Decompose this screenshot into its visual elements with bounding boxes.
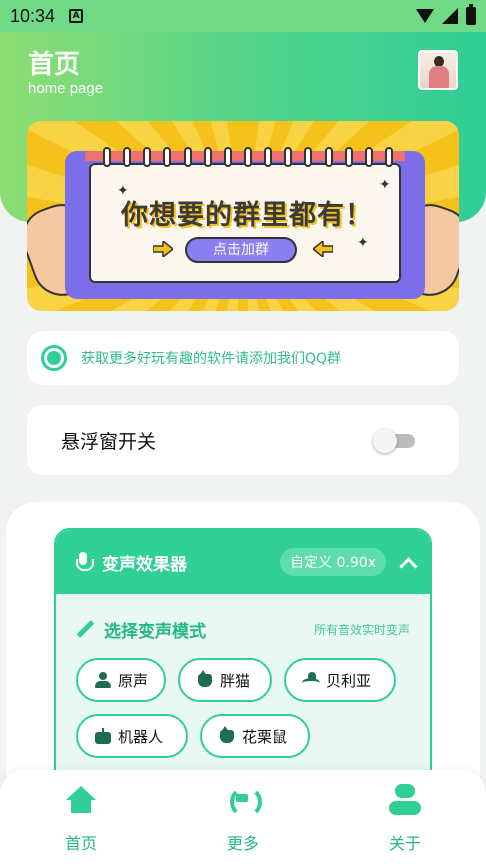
notice-text: 获取更多好玩有趣的软件请添加我们QQ群 [81, 351, 342, 367]
mode-chip-fat-cat[interactable]: 胖猫 [178, 658, 272, 702]
sparkle-icon: ✦ [357, 235, 369, 251]
microphone-icon [76, 552, 94, 572]
refresh-icon [226, 784, 262, 818]
mode-title: 选择变声模式 [104, 621, 206, 642]
ring [364, 147, 373, 167]
ring [384, 147, 393, 167]
nav-home[interactable]: 首页 [46, 784, 116, 854]
signal-icon [442, 8, 458, 24]
float-window-label: 悬浮窗开关 [61, 430, 157, 453]
mode-chip-label: 贝利亚 [326, 671, 372, 690]
voice-panel-header[interactable]: 变声效果器 自定义 0.90x [56, 530, 430, 594]
ring [284, 147, 293, 167]
mode-chip-label: 花栗鼠 [242, 727, 288, 746]
wifi-icon [416, 9, 434, 23]
ring [183, 147, 192, 167]
ring [223, 147, 232, 167]
nav-more[interactable]: 更多 [208, 784, 278, 854]
chevron-up-icon[interactable] [400, 555, 414, 569]
ring [163, 147, 172, 167]
user-icon [388, 784, 422, 816]
mode-chip-robot[interactable]: 机器人 [76, 714, 188, 758]
mode-header: 选择变声模式 所有音效实时变声 [56, 594, 430, 644]
ring [123, 147, 132, 167]
avatar[interactable] [418, 50, 458, 90]
status-indicators [416, 4, 476, 25]
monster-icon [302, 672, 320, 688]
mode-chip-chipmunk[interactable]: 花栗鼠 [200, 714, 310, 758]
ring [103, 147, 111, 167]
mode-chip-original[interactable]: 原声 [76, 658, 166, 702]
ring [243, 147, 252, 167]
ring [143, 147, 152, 167]
page-title: 首页 [28, 50, 81, 80]
nav-label: 关于 [388, 834, 421, 853]
mode-chip-belial[interactable]: 贝利亚 [284, 658, 396, 702]
float-window-card: 悬浮窗开关 [27, 405, 459, 475]
ring [324, 147, 333, 167]
toggle-thumb [373, 429, 397, 453]
banner-rings [103, 147, 393, 167]
avatar-body [429, 66, 449, 88]
squirrel-icon [218, 726, 236, 744]
voice-panel-title: 变声效果器 [102, 554, 187, 575]
battery-icon [466, 4, 476, 25]
ring [203, 147, 212, 167]
pencil-icon [76, 620, 94, 638]
nav-label: 更多 [226, 834, 259, 853]
arrow-left-icon [313, 241, 333, 257]
robot-icon [94, 728, 112, 744]
radio-dot-icon [41, 345, 67, 371]
join-group-button[interactable]: 点击加群 [185, 237, 297, 263]
page-subtitle: home page [28, 80, 104, 97]
ring [344, 147, 353, 167]
status-bar: 10:34 A [0, 0, 486, 32]
arrow-right-icon [153, 241, 173, 257]
android-a-icon: A [69, 9, 84, 23]
home-icon [64, 784, 98, 816]
mode-chip-label: 胖猫 [220, 671, 251, 690]
qq-group-notice[interactable]: 获取更多好玩有趣的软件请添加我们QQ群 [27, 331, 459, 385]
speed-badge[interactable]: 自定义 0.90x [280, 548, 386, 576]
voice-effect-panel: 变声效果器 自定义 0.90x 选择变声模式 所有音效实时变声 原声 胖猫 贝利… [54, 528, 432, 788]
nav-label: 首页 [64, 834, 97, 853]
status-time: 10:34 [10, 5, 56, 26]
mode-chip-label: 机器人 [118, 727, 164, 746]
person-icon [94, 672, 112, 688]
ring [264, 147, 273, 167]
bottom-nav: 首页 更多 关于 [0, 770, 486, 864]
mode-chip-label: 原声 [118, 671, 149, 690]
ring [304, 147, 313, 167]
nav-about[interactable]: 关于 [370, 784, 440, 854]
float-window-toggle[interactable] [373, 429, 417, 453]
mode-hint: 所有音效实时变声 [313, 622, 410, 637]
cat-icon [196, 670, 214, 688]
join-group-banner[interactable]: ✦ ✦ ✦ 你想要的群里都有！ 点击加群 [27, 121, 459, 311]
banner-headline: 你想要的群里都有！ [121, 200, 373, 231]
sparkle-icon: ✦ [379, 177, 391, 193]
